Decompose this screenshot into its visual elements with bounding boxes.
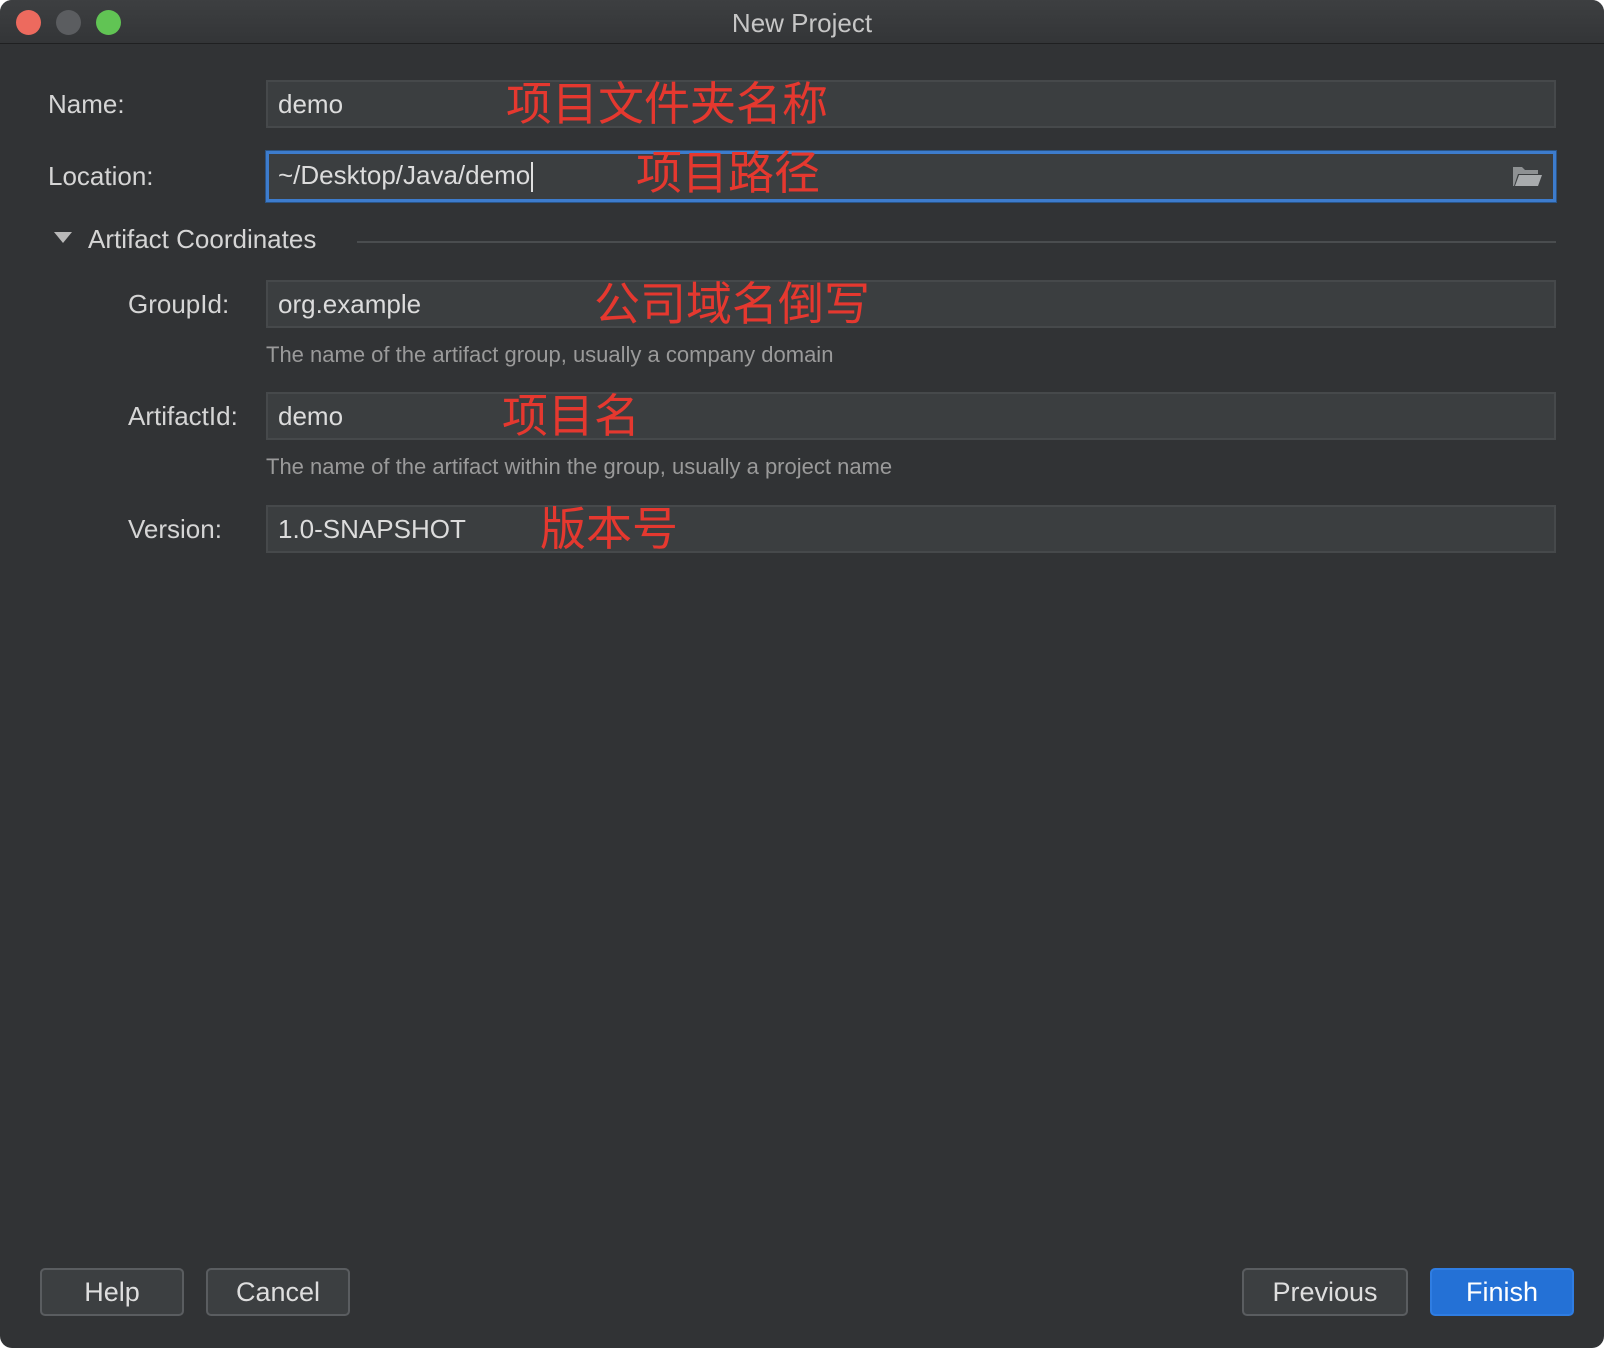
help-button[interactable]: Help — [40, 1268, 184, 1316]
groupid-field[interactable]: org.example — [266, 280, 1556, 328]
artifactid-hint: The name of the artifact within the grou… — [266, 454, 893, 479]
new-project-dialog: New Project Name: demo 项目文件夹名称 Location:… — [0, 0, 1604, 1348]
collapse-triangle-icon[interactable] — [54, 232, 72, 243]
location-field-value: ~/Desktop/Java/demo — [278, 160, 531, 190]
groupid-label: GroupId: — [128, 289, 230, 319]
finish-button[interactable]: Finish — [1430, 1268, 1574, 1316]
groupid-hint: The name of the artifact group, usually … — [266, 342, 834, 367]
name-field[interactable]: demo — [266, 80, 1556, 128]
window-title: New Project — [731, 8, 873, 38]
location-field[interactable]: ~/Desktop/Java/demo — [266, 151, 1556, 202]
location-annotation: 项目路径 — [636, 146, 820, 200]
section-divider — [357, 241, 1556, 243]
artifactid-annotation: 项目名 — [502, 389, 640, 443]
artifactid-label: ArtifactId: — [128, 401, 238, 431]
previous-button[interactable]: Previous — [1242, 1268, 1408, 1316]
artifact-coordinates-title[interactable]: Artifact Coordinates — [88, 224, 316, 255]
artifactid-field[interactable]: demo — [266, 392, 1556, 440]
name-label: Name: — [48, 89, 125, 119]
version-field[interactable]: 1.0-SNAPSHOT — [266, 505, 1556, 553]
cancel-button[interactable]: Cancel — [206, 1268, 350, 1316]
name-field-value: demo — [278, 89, 344, 119]
folder-icon[interactable] — [1511, 162, 1543, 190]
name-annotation: 项目文件夹名称 — [506, 77, 828, 131]
version-label: Version: — [128, 514, 222, 544]
groupid-field-value: org.example — [278, 289, 422, 319]
groupid-annotation: 公司域名倒写 — [594, 277, 870, 331]
location-label: Location: — [48, 161, 154, 191]
artifactid-field-value: demo — [278, 401, 344, 431]
version-field-value: 1.0-SNAPSHOT — [278, 514, 466, 544]
title-bar: New Project — [0, 0, 1604, 44]
version-annotation: 版本号 — [540, 502, 678, 556]
text-caret — [531, 162, 534, 193]
